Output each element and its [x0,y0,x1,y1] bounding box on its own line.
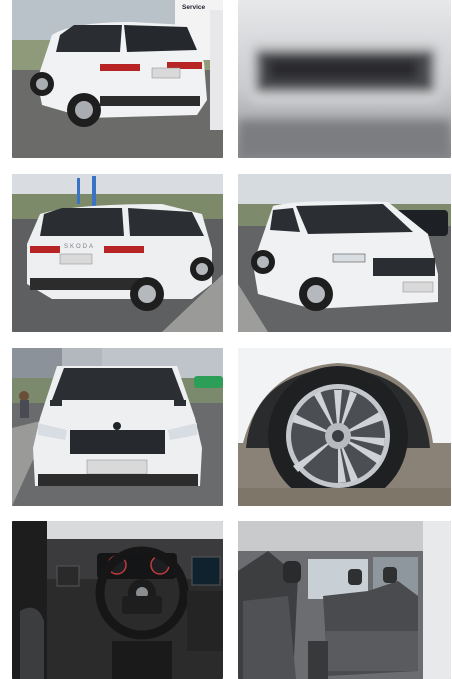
photo-blurred-closeup[interactable] [238,0,451,158]
photo-rear-quarter-parking[interactable]: SKODA [12,174,223,332]
photo-alloy-wheel[interactable] [238,348,451,506]
dealer-sign-text: Service [182,4,206,11]
brand-lettering: SKODA [64,244,95,250]
alloy-wheel-image [238,348,451,506]
car-front-quarter-image [238,174,451,332]
rear-seats-image [238,521,451,679]
photo-dashboard[interactable] [12,521,223,679]
blurred-plate-image [238,0,451,158]
photo-front-view[interactable] [12,348,223,506]
dashboard-image [12,521,223,679]
car-rear-parking-image: SKODA [12,174,223,332]
photo-rear-quarter-dealer[interactable]: Service [12,0,223,158]
photo-rear-seats[interactable] [238,521,451,679]
photo-front-quarter-parking[interactable] [238,174,451,332]
car-rear-quarter-image: Service [12,0,223,158]
car-front-view-image [12,348,223,506]
